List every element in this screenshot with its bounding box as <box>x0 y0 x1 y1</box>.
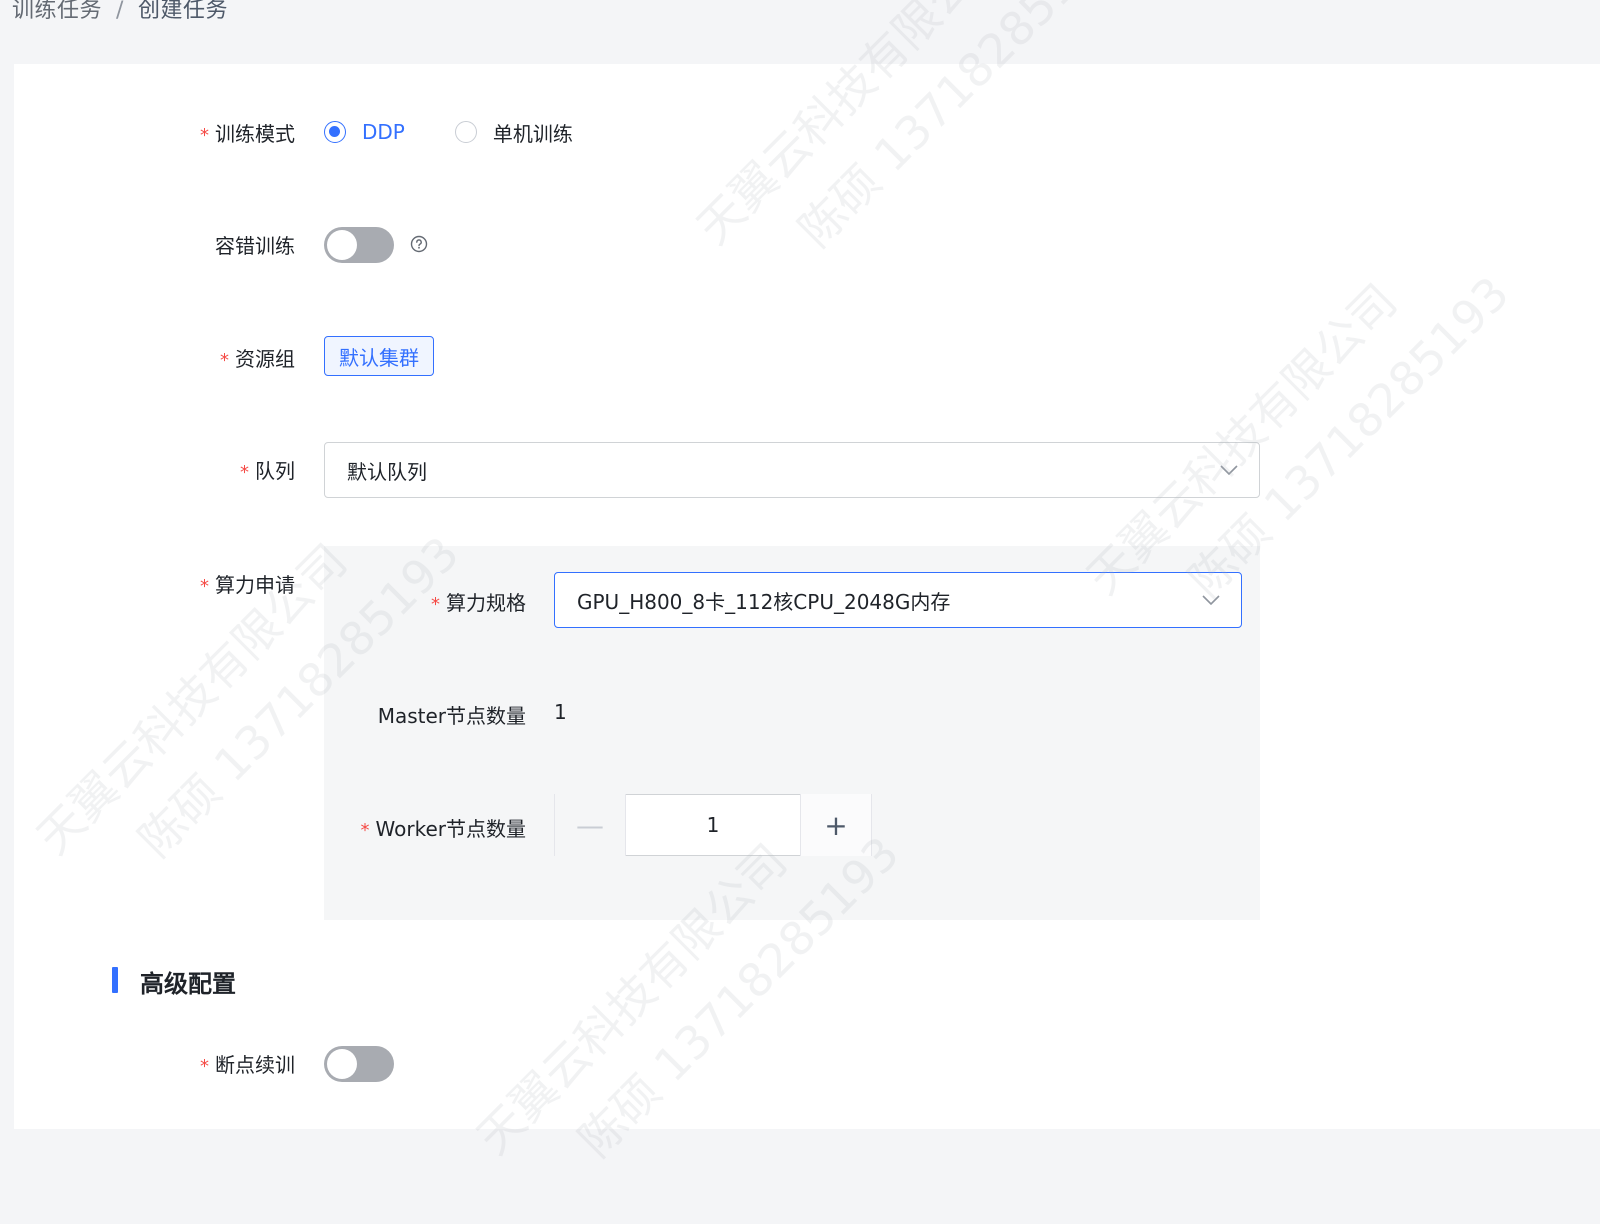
breadcrumb-current: 创建任务 <box>137 0 228 23</box>
resource-group-default-cluster-button[interactable]: 默认集群 <box>324 336 434 376</box>
required-mark: * <box>200 1056 209 1077</box>
fault-tolerance-label: 容错训练 <box>215 234 295 258</box>
radio-single-machine[interactable]: 单机训练 <box>454 118 573 147</box>
compute-spec-select[interactable]: GPU_H800_8卡_112核CPU_2048G内存 <box>554 572 1242 628</box>
section-accent-bar <box>112 967 118 993</box>
training-mode-radio-group: DDP 单机训练 <box>324 116 623 148</box>
master-node-count-label: Master节点数量 <box>377 704 526 728</box>
worker-node-count-stepper: — 1 + <box>554 794 872 856</box>
required-mark: * <box>431 594 440 615</box>
chevron-down-icon <box>1220 465 1238 476</box>
queue-label: * 队列 <box>240 459 295 483</box>
checkpoint-resume-label: * 断点续训 <box>200 1053 295 1077</box>
compute-spec-select-value: GPU_H800_8卡_112核CPU_2048G内存 <box>577 589 951 614</box>
radio-unchecked-icon <box>454 121 477 143</box>
resource-group-label: * 资源组 <box>220 347 295 371</box>
compute-spec-label: * 算力规格 <box>431 591 526 615</box>
training-mode-label: * 训练模式 <box>200 122 295 146</box>
advanced-config-title: 高级配置 <box>140 970 236 998</box>
compute-request-label: * 算力申请 <box>200 573 295 597</box>
question-circle-icon[interactable] <box>410 235 428 253</box>
breadcrumb-parent[interactable]: 训练任务 <box>12 0 102 23</box>
required-mark: * <box>200 576 209 597</box>
required-mark: * <box>200 125 209 146</box>
worker-node-count-input[interactable]: 1 <box>626 794 800 856</box>
queue-select[interactable]: 默认队列 <box>324 442 1260 498</box>
radio-ddp-label: DDP <box>362 120 405 144</box>
switch-knob <box>327 230 357 260</box>
decrement-button[interactable]: — <box>554 794 626 856</box>
worker-node-count-label: * Worker节点数量 <box>360 817 526 841</box>
required-mark: * <box>360 820 370 841</box>
form-panel: * 训练模式 DDP 单机训练 容错训练 * 资源组 默认集群 * 队列 默认队列 <box>14 64 1600 1129</box>
required-mark: * <box>240 462 249 483</box>
breadcrumb: 训练任务 / 创建任务 <box>12 0 228 24</box>
breadcrumb-separator: / <box>116 0 124 23</box>
fault-tolerance-switch[interactable] <box>324 227 394 263</box>
increment-button[interactable]: + <box>800 794 872 856</box>
master-node-count-value: 1 <box>554 700 567 724</box>
radio-checked-icon <box>324 121 346 143</box>
required-mark: * <box>220 350 229 371</box>
radio-single-machine-label: 单机训练 <box>492 121 573 146</box>
queue-select-value: 默认队列 <box>347 459 427 484</box>
chevron-down-icon <box>1202 595 1220 606</box>
switch-knob <box>327 1049 357 1079</box>
radio-ddp[interactable]: DDP <box>324 120 405 144</box>
checkpoint-resume-switch[interactable] <box>324 1046 394 1082</box>
